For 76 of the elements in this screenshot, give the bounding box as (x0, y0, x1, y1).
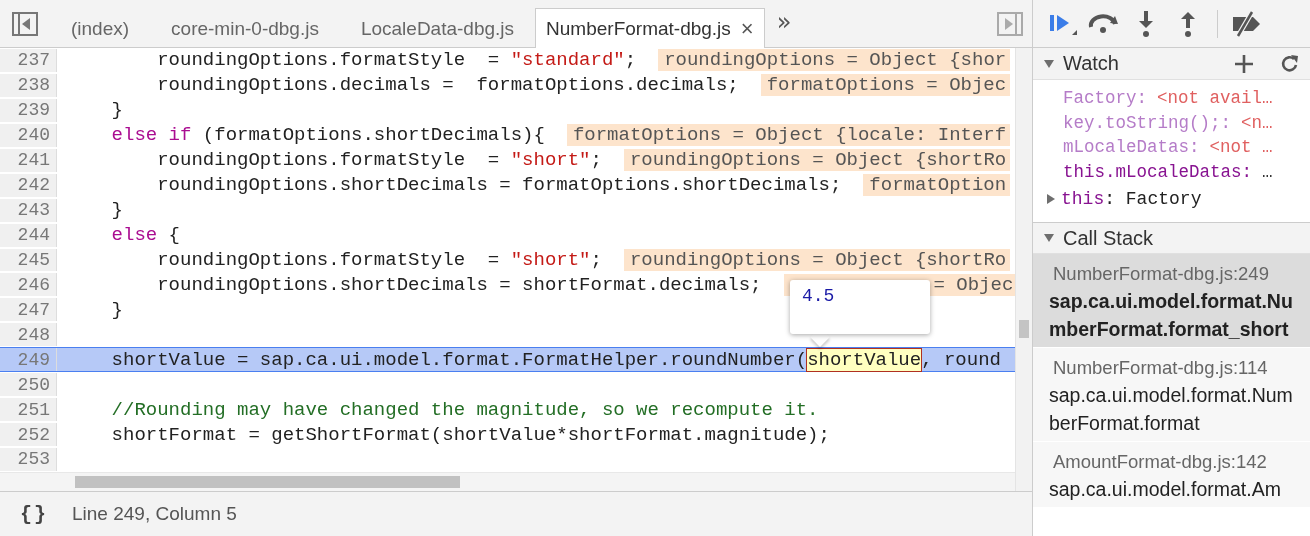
code-text: else if (110, 124, 192, 147)
line-number: 237 (0, 49, 57, 72)
code-text: } (110, 199, 123, 222)
line-number: 252 (0, 423, 57, 446)
inline-value: formatOption (863, 174, 1011, 197)
code-text: else (110, 224, 158, 247)
collapse-arrow-icon[interactable] (1043, 57, 1055, 70)
cursor-position: Line 249, Column 5 (72, 503, 237, 525)
line-number: 247 (0, 298, 57, 322)
inline-value: roundingOptions = Object {shortRo (623, 149, 1011, 172)
inline-value: roundingOptions = Object {shortRo (623, 248, 1011, 271)
line-number: 241 (0, 148, 57, 172)
frame-function: sap.ca.ui.model.format.Am (1049, 477, 1282, 502)
line-number: 245 (0, 248, 57, 272)
scope-variable[interactable]: this: Factory (1033, 184, 1310, 214)
call-frame[interactable]: NumberFormat-dbg.js:249 sap.ca.ui.model.format.NumberFormat.format_short (1033, 254, 1310, 348)
code-text: } (110, 298, 123, 321)
code-text: (formatOptions.shortDecimals){ (201, 124, 545, 147)
pretty-print-button[interactable]: {} (20, 502, 48, 526)
file-tab[interactable]: core-min-0-dbg.js (150, 8, 340, 48)
frame-location: NumberFormat-dbg.js:249 (1052, 262, 1270, 286)
frame-location: NumberFormat-dbg.js:114 (1052, 356, 1269, 380)
code-text: } (110, 99, 123, 122)
frame-function: sap.ca.ui.model.format.NumberFormat.format_short (1049, 289, 1294, 342)
code-text: "short" (510, 248, 591, 271)
inline-value: formatOptions = Object {locale: Interf (566, 124, 1011, 147)
code-text: roundingOptions.decimals = formatOptions.decimals; (156, 74, 739, 97)
code-text: shortFormat = getShortFormat(shortValue*shortFormat.magnitude); (110, 423, 830, 446)
line-number: 246 (0, 273, 57, 297)
watch-expression[interactable]: Factory: <not avail… (1033, 86, 1310, 111)
line-number: 242 (0, 173, 57, 197)
line-number: 253 (0, 448, 57, 471)
add-icon[interactable] (1234, 53, 1254, 74)
line-number: 251 (0, 398, 57, 422)
code-text: ; (590, 149, 602, 172)
hovered-expression: shortValue (807, 348, 922, 371)
file-tab[interactable]: LocaleData-dbg.js (339, 8, 536, 48)
inline-value: roundingOptions = Object {shor (658, 49, 1011, 72)
file-tab[interactable]: NumberFormat-dbg.js × (535, 8, 765, 48)
line-number: 244 (0, 223, 57, 247)
code-text: "short" (510, 149, 591, 172)
line-number: 250 (0, 373, 57, 397)
inline-value: formatOptions = Objec (760, 74, 1011, 97)
line-number: 238 (0, 73, 57, 97)
line-number: 243 (0, 198, 57, 222)
frame-function: sap.ca.ui.model.format.NumberFormat.format (1049, 383, 1294, 436)
code-text: roundingOptions.formatStyle = (156, 49, 501, 72)
watch-expression[interactable]: this.mLocaleDatas: … (1033, 159, 1310, 184)
expand-arrow-icon[interactable] (1045, 193, 1057, 205)
call-frame[interactable]: AmountFormat-dbg.js:142 sap.ca.ui.model.format.Am (1033, 442, 1310, 508)
close-tab-icon[interactable]: × (740, 15, 754, 42)
code-text: roundingOptions.formatStyle = (156, 248, 501, 271)
code-text: { (167, 224, 181, 247)
file-tab[interactable]: (index) (50, 8, 151, 48)
code-text: roundingOptions.shortDecimals = formatOptions.shortDecimals; (156, 174, 842, 197)
more-tabs-button[interactable]: » (764, 7, 804, 40)
code-text: roundingOptions.shortDecimals = shortFormat.decimals; (156, 273, 762, 296)
code-text: , round (921, 348, 1001, 371)
refresh-icon[interactable] (1280, 53, 1300, 74)
watch-expression[interactable]: key.toString();: <n… (1033, 110, 1310, 135)
code-text: ; (590, 248, 602, 271)
vertical-scrollbar[interactable] (1015, 48, 1032, 491)
code-text: ; (624, 49, 637, 72)
code-text: //Rounding may have changed the magnitude, so we recompute it. (110, 398, 819, 421)
code-text: roundingOptions.formatStyle = (156, 149, 501, 172)
frame-location: AmountFormat-dbg.js:142 (1052, 450, 1268, 474)
line-number: 248 (0, 323, 57, 347)
line-number: 240 (0, 123, 57, 147)
line-number: 239 (0, 98, 57, 122)
collapse-arrow-icon[interactable] (1043, 232, 1055, 244)
horizontal-scrollbar[interactable] (0, 471, 1015, 491)
code-text: "standard" (510, 49, 625, 72)
call-frame[interactable]: NumberFormat-dbg.js:114 sap.ca.ui.model.format.NumberFormat.format (1033, 348, 1310, 442)
watch-expression[interactable]: mLocaleDatas: <not … (1033, 135, 1310, 160)
code-text: shortValue = sap.ca.ui.model.format.FormatHelper.roundNumber( (110, 348, 808, 371)
value-tooltip: 4.5 (790, 280, 930, 334)
